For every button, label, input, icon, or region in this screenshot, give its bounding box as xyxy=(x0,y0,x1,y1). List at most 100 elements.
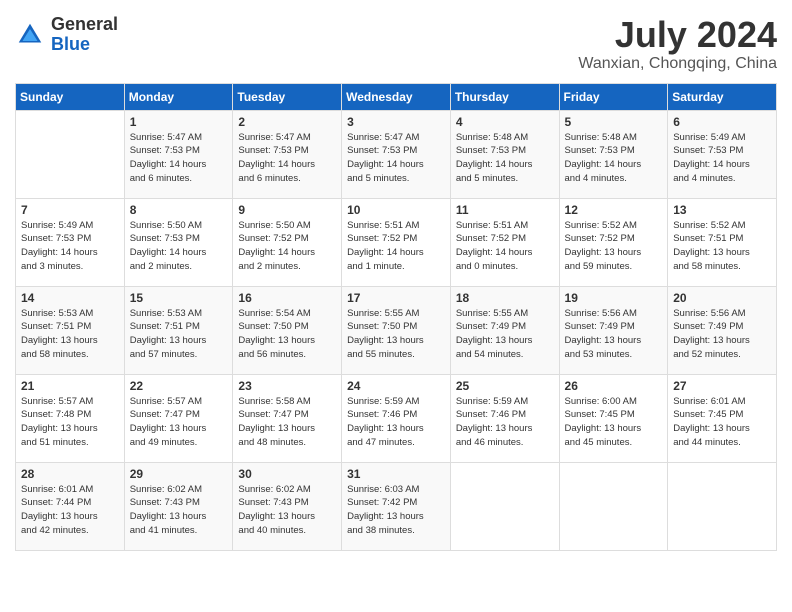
day-info: Sunrise: 5:48 AM Sunset: 7:53 PM Dayligh… xyxy=(565,131,663,186)
day-info: Sunrise: 5:49 AM Sunset: 7:53 PM Dayligh… xyxy=(21,219,119,274)
day-info: Sunrise: 5:48 AM Sunset: 7:53 PM Dayligh… xyxy=(456,131,554,186)
logo-blue: Blue xyxy=(51,35,118,55)
calendar-cell: 10 Sunrise: 5:51 AM Sunset: 7:52 PM Dayli… xyxy=(342,198,451,286)
day-info: Sunrise: 6:03 AM Sunset: 7:42 PM Dayligh… xyxy=(347,483,445,538)
day-number: 31 xyxy=(347,467,445,481)
day-number: 14 xyxy=(21,291,119,305)
day-number: 17 xyxy=(347,291,445,305)
calendar-week-3: 14 Sunrise: 5:53 AM Sunset: 7:51 PM Dayli… xyxy=(16,286,777,374)
day-info: Sunrise: 5:52 AM Sunset: 7:52 PM Dayligh… xyxy=(565,219,663,274)
day-number: 8 xyxy=(130,203,228,217)
day-number: 16 xyxy=(238,291,336,305)
header-tuesday: Tuesday xyxy=(233,83,342,110)
calendar-cell: 18Sunrise: 5:55 AM Sunset: 7:49 PM Dayli… xyxy=(450,286,559,374)
calendar-cell xyxy=(668,462,777,550)
day-info: Sunrise: 5:55 AM Sunset: 7:49 PM Dayligh… xyxy=(456,307,554,362)
day-number: 9 xyxy=(238,203,336,217)
calendar-header-row: SundayMondayTuesdayWednesdayThursdayFrid… xyxy=(16,83,777,110)
day-number: 5 xyxy=(565,115,663,129)
calendar-table: SundayMondayTuesdayWednesdayThursdayFrid… xyxy=(15,83,777,551)
calendar-cell xyxy=(16,110,125,198)
calendar-cell: 13 Sunrise: 5:52 AM Sunset: 7:51 PM Dayli… xyxy=(668,198,777,286)
calendar-cell: 3 Sunrise: 5:47 AM Sunset: 7:53 PM Daylig… xyxy=(342,110,451,198)
day-info: Sunrise: 5:51 AM Sunset: 7:52 PM Dayligh… xyxy=(347,219,445,274)
header-monday: Monday xyxy=(124,83,233,110)
calendar-cell: 25 Sunrise: 5:59 AM Sunset: 7:46 PM Dayli… xyxy=(450,374,559,462)
title-section: July 2024 Wanxian, Chongqing, China xyxy=(578,15,777,73)
day-number: 20 xyxy=(673,291,771,305)
day-number: 6 xyxy=(673,115,771,129)
day-number: 27 xyxy=(673,379,771,393)
day-info: Sunrise: 5:56 AM Sunset: 7:49 PM Dayligh… xyxy=(565,307,663,362)
calendar-cell: 19 Sunrise: 5:56 AM Sunset: 7:49 PM Dayli… xyxy=(559,286,668,374)
calendar-cell: 15Sunrise: 5:53 AM Sunset: 7:51 PM Dayli… xyxy=(124,286,233,374)
day-info: Sunrise: 5:59 AM Sunset: 7:46 PM Dayligh… xyxy=(456,395,554,450)
calendar-cell: 27Sunrise: 6:01 AM Sunset: 7:45 PM Dayli… xyxy=(668,374,777,462)
day-number: 11 xyxy=(456,203,554,217)
day-info: Sunrise: 5:47 AM Sunset: 7:53 PM Dayligh… xyxy=(347,131,445,186)
day-number: 13 xyxy=(673,203,771,217)
calendar-cell: 26 Sunrise: 6:00 AM Sunset: 7:45 PM Dayli… xyxy=(559,374,668,462)
day-info: Sunrise: 5:52 AM Sunset: 7:51 PM Dayligh… xyxy=(673,219,771,274)
day-info: Sunrise: 5:50 AM Sunset: 7:53 PM Dayligh… xyxy=(130,219,228,274)
day-number: 2 xyxy=(238,115,336,129)
day-info: Sunrise: 6:02 AM Sunset: 7:43 PM Dayligh… xyxy=(130,483,228,538)
calendar-cell: 22 Sunrise: 5:57 AM Sunset: 7:47 PM Dayli… xyxy=(124,374,233,462)
day-info: Sunrise: 6:00 AM Sunset: 7:45 PM Dayligh… xyxy=(565,395,663,450)
logo-text: General Blue xyxy=(51,15,118,55)
day-number: 22 xyxy=(130,379,228,393)
day-number: 23 xyxy=(238,379,336,393)
day-number: 1 xyxy=(130,115,228,129)
calendar-cell: 11 Sunrise: 5:51 AM Sunset: 7:52 PM Dayli… xyxy=(450,198,559,286)
month-year-title: July 2024 xyxy=(578,15,777,55)
day-info: Sunrise: 5:57 AM Sunset: 7:48 PM Dayligh… xyxy=(21,395,119,450)
day-number: 3 xyxy=(347,115,445,129)
calendar-week-4: 21Sunrise: 5:57 AM Sunset: 7:48 PM Dayli… xyxy=(16,374,777,462)
calendar-cell: 6 Sunrise: 5:49 AM Sunset: 7:53 PM Daylig… xyxy=(668,110,777,198)
day-info: Sunrise: 6:01 AM Sunset: 7:44 PM Dayligh… xyxy=(21,483,119,538)
day-info: Sunrise: 6:02 AM Sunset: 7:43 PM Dayligh… xyxy=(238,483,336,538)
day-number: 30 xyxy=(238,467,336,481)
day-number: 25 xyxy=(456,379,554,393)
calendar-cell: 2 Sunrise: 5:47 AM Sunset: 7:53 PM Daylig… xyxy=(233,110,342,198)
day-number: 10 xyxy=(347,203,445,217)
day-info: Sunrise: 5:56 AM Sunset: 7:49 PM Dayligh… xyxy=(673,307,771,362)
logo: General Blue xyxy=(15,15,118,55)
header-sunday: Sunday xyxy=(16,83,125,110)
day-number: 28 xyxy=(21,467,119,481)
header-saturday: Saturday xyxy=(668,83,777,110)
logo-icon xyxy=(15,20,45,50)
day-info: Sunrise: 5:50 AM Sunset: 7:52 PM Dayligh… xyxy=(238,219,336,274)
calendar-cell: 31 Sunrise: 6:03 AM Sunset: 7:42 PM Dayli… xyxy=(342,462,451,550)
calendar-week-2: 7 Sunrise: 5:49 AM Sunset: 7:53 PM Daylig… xyxy=(16,198,777,286)
calendar-cell: 1Sunrise: 5:47 AM Sunset: 7:53 PM Daylig… xyxy=(124,110,233,198)
day-number: 26 xyxy=(565,379,663,393)
calendar-week-1: 1 Sunrise: 5:47 AM Sunset: 7:53 PM Daylig… xyxy=(16,110,777,198)
calendar-cell: 30 Sunrise: 6:02 AM Sunset: 7:43 PM Dayli… xyxy=(233,462,342,550)
logo-general: General xyxy=(51,15,118,35)
day-number: 29 xyxy=(130,467,228,481)
day-info: Sunrise: 5:49 AM Sunset: 7:53 PM Dayligh… xyxy=(673,131,771,186)
day-number: 7 xyxy=(21,203,119,217)
day-info: Sunrise: 5:58 AM Sunset: 7:47 PM Dayligh… xyxy=(238,395,336,450)
calendar-cell: 14 Sunrise: 5:53 AM Sunset: 7:51 PM Dayli… xyxy=(16,286,125,374)
calendar-cell xyxy=(559,462,668,550)
calendar-cell: 12 Sunrise: 5:52 AM Sunset: 7:52 PM Dayli… xyxy=(559,198,668,286)
day-info: Sunrise: 5:47 AM Sunset: 7:53 PM Dayligh… xyxy=(238,131,336,186)
day-info: Sunrise: 5:57 AM Sunset: 7:47 PM Dayligh… xyxy=(130,395,228,450)
calendar-cell: 7 Sunrise: 5:49 AM Sunset: 7:53 PM Daylig… xyxy=(16,198,125,286)
header-thursday: Thursday xyxy=(450,83,559,110)
day-info: Sunrise: 5:55 AM Sunset: 7:50 PM Dayligh… xyxy=(347,307,445,362)
day-info: Sunrise: 5:53 AM Sunset: 7:51 PM Dayligh… xyxy=(130,307,228,362)
day-info: Sunrise: 5:53 AM Sunset: 7:51 PM Dayligh… xyxy=(21,307,119,362)
calendar-cell: 21Sunrise: 5:57 AM Sunset: 7:48 PM Dayli… xyxy=(16,374,125,462)
calendar-cell: 16 Sunrise: 5:54 AM Sunset: 7:50 PM Dayli… xyxy=(233,286,342,374)
calendar-week-5: 28 Sunrise: 6:01 AM Sunset: 7:44 PM Dayli… xyxy=(16,462,777,550)
calendar-cell: 9 Sunrise: 5:50 AM Sunset: 7:52 PM Daylig… xyxy=(233,198,342,286)
day-number: 12 xyxy=(565,203,663,217)
day-info: Sunrise: 5:51 AM Sunset: 7:52 PM Dayligh… xyxy=(456,219,554,274)
day-info: Sunrise: 5:54 AM Sunset: 7:50 PM Dayligh… xyxy=(238,307,336,362)
header-wednesday: Wednesday xyxy=(342,83,451,110)
day-number: 4 xyxy=(456,115,554,129)
day-number: 19 xyxy=(565,291,663,305)
